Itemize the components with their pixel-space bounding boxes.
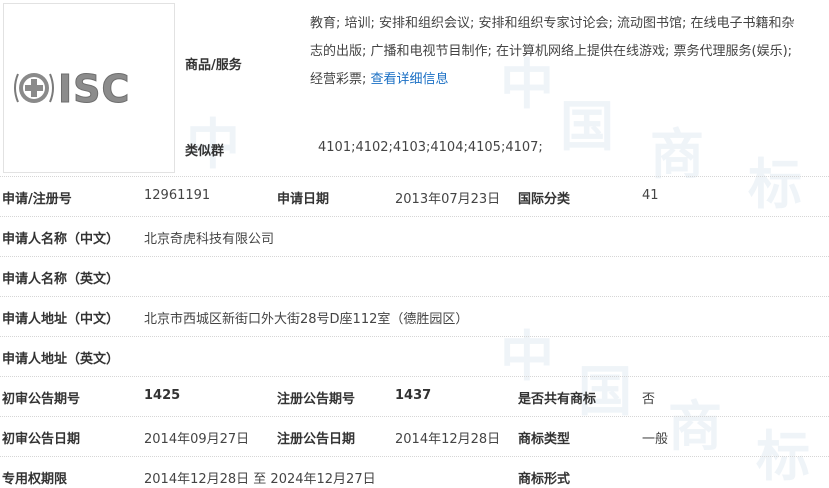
reg-pub-date-value: 2014年12月28日 bbox=[395, 432, 501, 447]
reg-no-label: 申请/注册号 bbox=[2, 192, 72, 207]
isc-logo: ISC bbox=[14, 67, 130, 112]
shared-tm-value: 否 bbox=[642, 392, 656, 407]
view-details-link[interactable]: 查看详细信息 bbox=[371, 72, 449, 87]
row-divider bbox=[0, 216, 829, 217]
applicant-en-label: 申请人名称（英文） bbox=[2, 272, 120, 287]
tm-type-label: 商标类型 bbox=[518, 432, 571, 447]
row-divider bbox=[0, 456, 829, 457]
applicant-cn-label: 申请人名称（中文） bbox=[2, 232, 120, 247]
intl-class-value: 41 bbox=[642, 188, 659, 203]
prelim-no-label: 初审公告期号 bbox=[2, 392, 81, 407]
goods-services-label: 商品/服务 bbox=[185, 58, 242, 73]
address-en-label: 申请人地址（英文） bbox=[2, 352, 120, 367]
exclusive-term-value: 2014年12月28日 至 2024年12月27日 bbox=[144, 472, 376, 487]
exclusive-term-label: 专用权期限 bbox=[2, 472, 68, 487]
address-cn-label: 申请人地址（中文） bbox=[2, 312, 120, 327]
address-cn-value: 北京市西城区新街口外大街28号D座112室（德胜园区） bbox=[144, 312, 469, 327]
apply-date-label: 申请日期 bbox=[277, 192, 330, 207]
reg-pub-date-label: 注册公告日期 bbox=[277, 432, 356, 447]
row-divider bbox=[0, 296, 829, 297]
goods-line: 教育; 培训; 安排和组织会议; 安排和组织专家讨论会; 流动图书馆; 在线电子… bbox=[310, 16, 795, 31]
watermark-char: 商 bbox=[650, 123, 704, 186]
intl-class-label: 国际分类 bbox=[518, 192, 571, 207]
watermark-char: 标 bbox=[756, 425, 810, 488]
watermark-char: 国 bbox=[560, 95, 614, 158]
similar-group-value: 4101;4102;4103;4104;4105;4107; bbox=[318, 140, 543, 155]
goods-services-text: 教育; 培训; 安排和组织会议; 安排和组织专家讨论会; 流动图书馆; 在线电子… bbox=[310, 10, 825, 94]
svg-text:ISC: ISC bbox=[58, 67, 130, 111]
goods-line: 志的出版; 广播和电视节目制作; 在计算机网络上提供在线游戏; 票务代理服务(娱… bbox=[310, 44, 793, 59]
row-divider bbox=[0, 176, 829, 177]
row-divider bbox=[0, 416, 829, 417]
reg-pub-no-value: 1437 bbox=[395, 388, 432, 403]
prelim-no-value: 1425 bbox=[144, 388, 181, 403]
prelim-date-value: 2014年09月27日 bbox=[144, 432, 250, 447]
shared-tm-label: 是否共有商标 bbox=[518, 392, 597, 407]
prelim-date-label: 初审公告日期 bbox=[2, 432, 81, 447]
tm-type-value: 一般 bbox=[642, 432, 669, 447]
reg-pub-no-label: 注册公告期号 bbox=[277, 392, 356, 407]
row-divider bbox=[0, 376, 829, 377]
row-divider bbox=[0, 336, 829, 337]
row-divider bbox=[0, 256, 829, 257]
goods-line: 经营彩票; 查看详细信息 bbox=[310, 66, 825, 94]
watermark-char: 商 bbox=[668, 395, 722, 458]
applicant-cn-value: 北京奇虎科技有限公司 bbox=[144, 232, 275, 247]
goods-line-text: 经营彩票; bbox=[310, 72, 371, 87]
watermark-char: 标 bbox=[748, 153, 802, 216]
reg-no-value: 12961191 bbox=[144, 188, 211, 203]
apply-date-value: 2013年07月23日 bbox=[395, 192, 501, 207]
tm-form-label: 商标形式 bbox=[518, 472, 571, 487]
trademark-image: ISC bbox=[3, 3, 175, 173]
similar-group-label: 类似群 bbox=[185, 144, 225, 159]
